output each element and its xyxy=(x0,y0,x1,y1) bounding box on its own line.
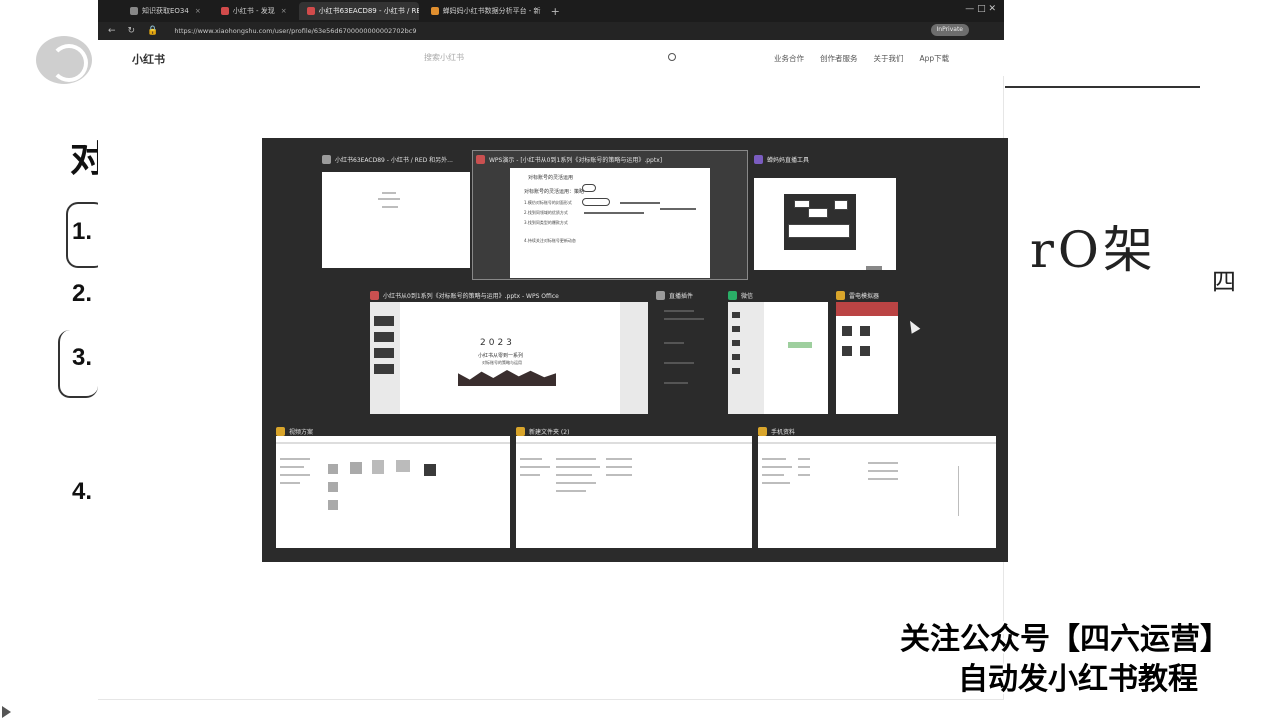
window-live-plugin[interactable]: 直播插件 xyxy=(656,288,720,414)
emulator-icon xyxy=(836,290,845,300)
tab-1[interactable]: 知识获取EO34 × xyxy=(122,2,209,20)
ppt-cover-year: 2023 xyxy=(480,338,515,348)
ppt-cover-subtitle: 对标账号的策略与运用 xyxy=(482,360,522,365)
watermark-line-1: 关注公众号【四六运营】 xyxy=(900,622,1230,657)
window-chanmama-tool[interactable]: 蝉妈妈直播工具 xyxy=(754,152,896,272)
nav-creator[interactable]: 创作者服务 xyxy=(820,53,858,64)
window-thumbnail xyxy=(516,436,752,548)
slide-preview-line: 4.持续关注对标账号更新动态 xyxy=(524,238,576,243)
window-wps-present[interactable]: WPS演示 - [小红书从0到1系列《对标账号的策略与运用》.pptx] 对标账… xyxy=(476,152,746,278)
tab-label: 蝉妈妈小红书数据分析平台 - 新 xyxy=(442,7,541,15)
search-input[interactable]: 搜索小红书 xyxy=(424,52,464,63)
slide-preview-line: 3.找到同类型的爆款方式 xyxy=(524,220,568,225)
tab-bar: 知识获取EO34 × 小红书 - 发现 × 小红书63EACD89 - 小红书 / … xyxy=(98,0,1004,22)
window-thumbnail xyxy=(322,172,470,268)
slide-preview-line: 2.找到同领域的优质方式 xyxy=(524,210,568,215)
window-thumbnail xyxy=(276,436,510,548)
profile-button[interactable]: InPrivate xyxy=(930,24,969,36)
wechat-icon xyxy=(728,290,737,300)
address-bar: ← ↻ 🔒 https://www.xiaohongshu.com/user/p… xyxy=(98,22,1004,40)
site-nav: 业务合作 创作者服务 关于我们 App下载 xyxy=(774,53,949,64)
window-title: 微信 xyxy=(741,292,754,300)
tab-3[interactable]: 小红书63EACD89 - 小红书 / RED× xyxy=(298,2,419,20)
tab-4[interactable]: 蝉妈妈小红书数据分析平台 - 新× xyxy=(423,2,543,20)
pen-annotation xyxy=(58,330,98,398)
site-header: 小红书 搜索小红书 业务合作 创作者服务 关于我们 App下载 xyxy=(98,40,1004,76)
refresh-icon[interactable]: ↻ xyxy=(128,26,136,36)
nav-about[interactable]: 关于我们 xyxy=(874,53,904,64)
pen-line xyxy=(1005,86,1200,88)
window-title: 视频方案 xyxy=(289,428,314,436)
slide-preview-line: 对标账号的灵活运用：策略 xyxy=(524,189,585,195)
window-wps-office[interactable]: 小红书从0到1系列《对标账号的策略与运用》.pptx - WPS Office … xyxy=(370,288,648,414)
folder-icon xyxy=(758,426,767,436)
lock-icon: 🔒 xyxy=(147,26,159,36)
window-title: 小红书从0到1系列《对标账号的策略与运用》.pptx - WPS Office xyxy=(383,292,559,300)
ppt-cover-title: 小红书从零到一系列 xyxy=(478,353,524,359)
handwritten-annotation-small: 四 xyxy=(1212,268,1236,296)
tab-label: 小红书 - 发现 xyxy=(232,7,275,15)
window-folder-video[interactable]: 视频方案 xyxy=(276,424,510,548)
play-icon[interactable] xyxy=(2,706,11,718)
mail-icon xyxy=(130,7,138,15)
window-controls[interactable]: — □ ✕ xyxy=(965,4,996,14)
window-folder-phone[interactable]: 手机资料 xyxy=(758,424,996,548)
window-thumbnail xyxy=(728,302,828,414)
window-emulator[interactable]: 雷电模拟器 xyxy=(836,288,898,414)
browser-icon xyxy=(322,154,331,164)
wps-present-icon xyxy=(476,154,485,164)
folder-icon xyxy=(276,426,285,436)
nav-business[interactable]: 业务合作 xyxy=(774,53,804,64)
window-title: WPS演示 - [小红书从0到1系列《对标账号的策略与运用》.pptx] xyxy=(489,156,663,164)
close-icon[interactable]: × xyxy=(281,7,287,15)
new-tab-button[interactable]: + xyxy=(551,5,560,18)
slide-preview-heading: 对标账号的灵活运用 xyxy=(528,175,574,181)
handwritten-annotation: rO架 xyxy=(1030,221,1157,279)
slide-item-4: 4. xyxy=(72,478,93,505)
url-field[interactable]: https://www.xiaohongshu.com/user/profile… xyxy=(174,27,416,35)
xiaohongshu-icon xyxy=(306,7,315,15)
window-thumbnail xyxy=(656,302,720,414)
screen: 对 1. 2. 3. 4. rO架 四 知识获取EO34 × 小红书 - 发现 × … xyxy=(0,0,1270,720)
recorder-logo-icon xyxy=(36,36,92,84)
site-logo[interactable]: 小红书 xyxy=(132,51,165,67)
tab-label: 知识获取EO34 xyxy=(142,7,189,15)
app-icon xyxy=(754,154,763,164)
slide-preview-line: 1.模仿对标账号的封面形式 xyxy=(524,200,572,205)
window-title: 手机资料 xyxy=(771,428,796,436)
tab-2[interactable]: 小红书 - 发现 × xyxy=(213,2,295,20)
slide-item-2: 2. xyxy=(72,280,93,307)
window-thumbnail xyxy=(836,302,898,414)
window-wechat[interactable]: 微信 xyxy=(728,288,828,414)
close-icon[interactable]: × xyxy=(195,7,201,15)
window-thumbnail: 对标账号的灵活运用 对标账号的灵活运用：策略 1.模仿对标账号的封面形式 2.找… xyxy=(510,168,710,278)
side-icons xyxy=(900,166,916,226)
folder-icon xyxy=(516,426,525,436)
tab-label: 小红书63EACD89 - 小红书 / RED xyxy=(318,7,419,15)
window-folder-new[interactable]: 新建文件夹 (2) xyxy=(516,424,752,548)
xiaohongshu-icon xyxy=(220,7,229,15)
watermark-line-2: 自动发小红书教程 xyxy=(958,662,1198,697)
window-browser[interactable]: 小红书63EACD89 - 小红书 / RED 和另外... xyxy=(322,152,470,272)
window-title: 小红书63EACD89 - 小红书 / RED 和另外... xyxy=(335,156,453,164)
nav-app[interactable]: App下载 xyxy=(920,53,950,64)
window-title: 新建文件夹 (2) xyxy=(529,428,570,436)
window-thumbnail xyxy=(758,436,996,548)
window-title: 直播插件 xyxy=(669,292,694,300)
search-icon[interactable] xyxy=(668,53,676,61)
window-title: 雷电模拟器 xyxy=(849,292,880,300)
window-thumbnail: 2023 小红书从零到一系列 对标账号的策略与运用 xyxy=(370,302,648,414)
window-thumbnail xyxy=(754,178,896,270)
task-switcher: 小红书63EACD89 - 小红书 / RED 和另外... WPS演示 - [… xyxy=(262,138,1008,562)
back-icon[interactable]: ← xyxy=(108,26,116,36)
wps-icon xyxy=(370,290,379,300)
window-title: 蝉妈妈直播工具 xyxy=(767,156,810,164)
plugin-icon xyxy=(656,290,665,300)
chanmama-icon xyxy=(430,7,439,15)
